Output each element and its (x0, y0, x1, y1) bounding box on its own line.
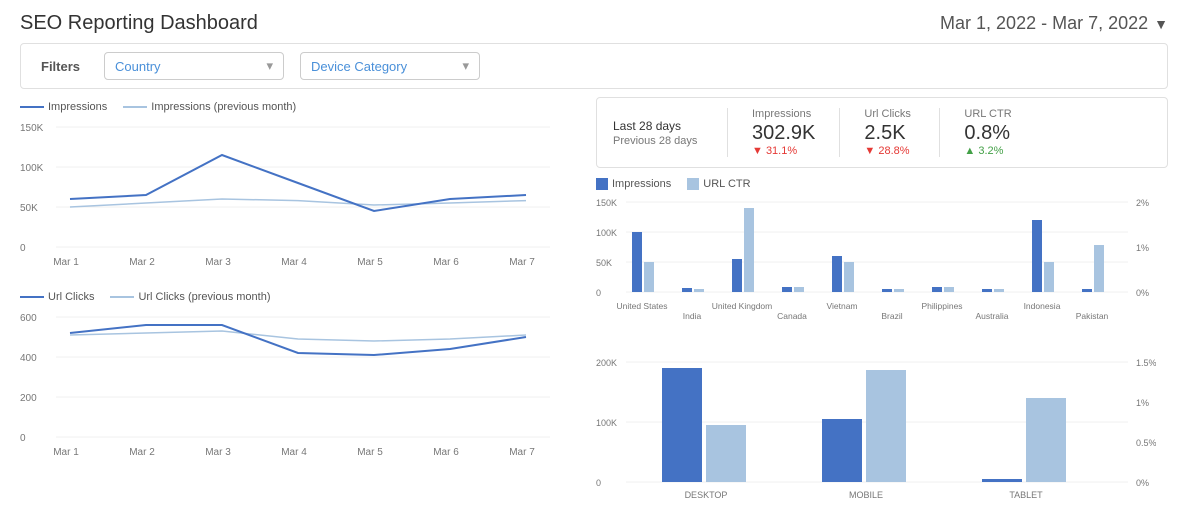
svg-text:600: 600 (20, 313, 37, 324)
urlctr-stat: URL CTR 0.8% ▲ 3.2% (939, 108, 1039, 157)
svg-text:Australia: Australia (975, 311, 1008, 321)
date-range-selector[interactable]: Mar 1, 2022 - Mar 7, 2022 ▼ (940, 13, 1168, 34)
period-label: Last 28 days (613, 119, 703, 133)
svg-text:Indonesia: Indonesia (1024, 301, 1061, 311)
urlclicks-line-chart: 600 400 200 0 Mar 1 Mar 2 Mar 3 (20, 307, 560, 467)
chevron-down-icon: ▼ (1154, 16, 1168, 32)
device-filter[interactable]: Device Category ▾ (300, 52, 480, 80)
svg-text:0: 0 (596, 478, 601, 488)
svg-text:TABLET: TABLET (1009, 490, 1043, 500)
impressions-line-chart: 150K 100K 50K 0 Mar 1 Mar 2 Mar 3 (20, 117, 560, 277)
svg-text:United Kingdom: United Kingdom (712, 301, 772, 311)
svg-text:Mar 5: Mar 5 (357, 257, 383, 268)
header: SEO Reporting Dashboard Mar 1, 2022 - Ma… (0, 0, 1188, 43)
impressions-stat-change: ▼ 31.1% (752, 145, 797, 157)
impressions-legend1: Impressions (48, 101, 107, 113)
country-legend2: URL CTR (703, 178, 750, 190)
country-filter-label: Country (115, 59, 161, 74)
urlclicks-stat-name: Url Clicks (864, 108, 910, 120)
device-filter-label: Device Category (311, 59, 407, 74)
urlclicks-stat: Url Clicks 2.5K ▼ 28.8% (839, 108, 939, 157)
svg-text:1%: 1% (1136, 398, 1149, 408)
svg-text:Mar 3: Mar 3 (205, 257, 231, 268)
svg-text:Vietnam: Vietnam (826, 301, 857, 311)
urlctr-stat-name: URL CTR (964, 108, 1011, 120)
urlclicks-legend2: Url Clicks (previous month) (138, 291, 270, 303)
svg-text:Mar 4: Mar 4 (281, 257, 307, 268)
filters-label: Filters (41, 59, 80, 74)
svg-text:Pakistan: Pakistan (1076, 311, 1109, 321)
svg-text:DESKTOP: DESKTOP (685, 490, 728, 500)
urlclicks-legend1: Url Clicks (48, 291, 94, 303)
urlclicks-stat-value: 2.5K (864, 122, 905, 145)
svg-text:100K: 100K (596, 418, 617, 428)
svg-text:India: India (683, 311, 702, 321)
urlctr-stat-change: ▲ 3.2% (964, 145, 1003, 157)
svg-text:Mar 6: Mar 6 (433, 447, 459, 458)
svg-text:Mar 6: Mar 6 (433, 257, 459, 268)
svg-text:0%: 0% (1136, 288, 1149, 298)
stats-period: Last 28 days Previous 28 days (613, 108, 703, 157)
svg-text:200K: 200K (596, 358, 617, 368)
svg-text:Mar 4: Mar 4 (281, 447, 307, 458)
chevron-down-icon: ▾ (266, 58, 273, 74)
stats-box: Last 28 days Previous 28 days Impression… (596, 97, 1168, 168)
svg-text:1.5%: 1.5% (1136, 358, 1156, 368)
svg-text:50K: 50K (596, 258, 612, 268)
svg-text:2%: 2% (1136, 198, 1149, 208)
svg-text:United States: United States (616, 301, 667, 311)
svg-text:Brazil: Brazil (881, 311, 902, 321)
prev-period-label: Previous 28 days (613, 135, 703, 147)
country-bar-chart: 150K 100K 50K 0 2% 1% 0% (596, 194, 1156, 349)
impressions-stat-name: Impressions (752, 108, 811, 120)
svg-text:Mar 2: Mar 2 (129, 257, 155, 268)
svg-text:Mar 7: Mar 7 (509, 447, 535, 458)
svg-text:Mar 1: Mar 1 (53, 257, 79, 268)
urlctr-stat-value: 0.8% (964, 122, 1010, 145)
svg-text:Mar 3: Mar 3 (205, 447, 231, 458)
svg-text:0: 0 (596, 288, 601, 298)
svg-text:0.5%: 0.5% (1136, 438, 1156, 448)
svg-text:100K: 100K (20, 163, 44, 174)
svg-text:150K: 150K (20, 123, 44, 134)
svg-text:200: 200 (20, 393, 37, 404)
impressions-stat-value: 302.9K (752, 122, 815, 145)
urlclicks-stat-change: ▼ 28.8% (864, 145, 909, 157)
impressions-legend2: Impressions (previous month) (151, 101, 296, 113)
impressions-stat: Impressions 302.9K ▼ 31.1% (727, 108, 839, 157)
svg-text:50K: 50K (20, 203, 38, 214)
svg-text:100K: 100K (596, 228, 617, 238)
svg-text:1%: 1% (1136, 243, 1149, 253)
date-range-text: Mar 1, 2022 - Mar 7, 2022 (940, 13, 1148, 34)
country-filter[interactable]: Country ▾ (104, 52, 284, 80)
device-bar-chart: 200K 100K 0 1.5% 1% 0.5% 0% (596, 354, 1156, 522)
svg-text:400: 400 (20, 353, 37, 364)
filters-bar: Filters Country ▾ Device Category ▾ (20, 43, 1168, 89)
chevron-down-icon: ▾ (462, 58, 469, 74)
svg-text:MOBILE: MOBILE (849, 490, 883, 500)
svg-text:0: 0 (20, 433, 26, 444)
svg-text:0: 0 (20, 243, 26, 254)
country-legend1: Impressions (612, 178, 671, 190)
svg-text:150K: 150K (596, 198, 617, 208)
svg-text:Mar 2: Mar 2 (129, 447, 155, 458)
svg-text:Canada: Canada (777, 311, 807, 321)
svg-text:0%: 0% (1136, 478, 1149, 488)
svg-text:Philippines: Philippines (921, 301, 962, 311)
page-title: SEO Reporting Dashboard (20, 12, 258, 35)
svg-text:Mar 7: Mar 7 (509, 257, 535, 268)
svg-text:Mar 5: Mar 5 (357, 447, 383, 458)
svg-text:Mar 1: Mar 1 (53, 447, 79, 458)
